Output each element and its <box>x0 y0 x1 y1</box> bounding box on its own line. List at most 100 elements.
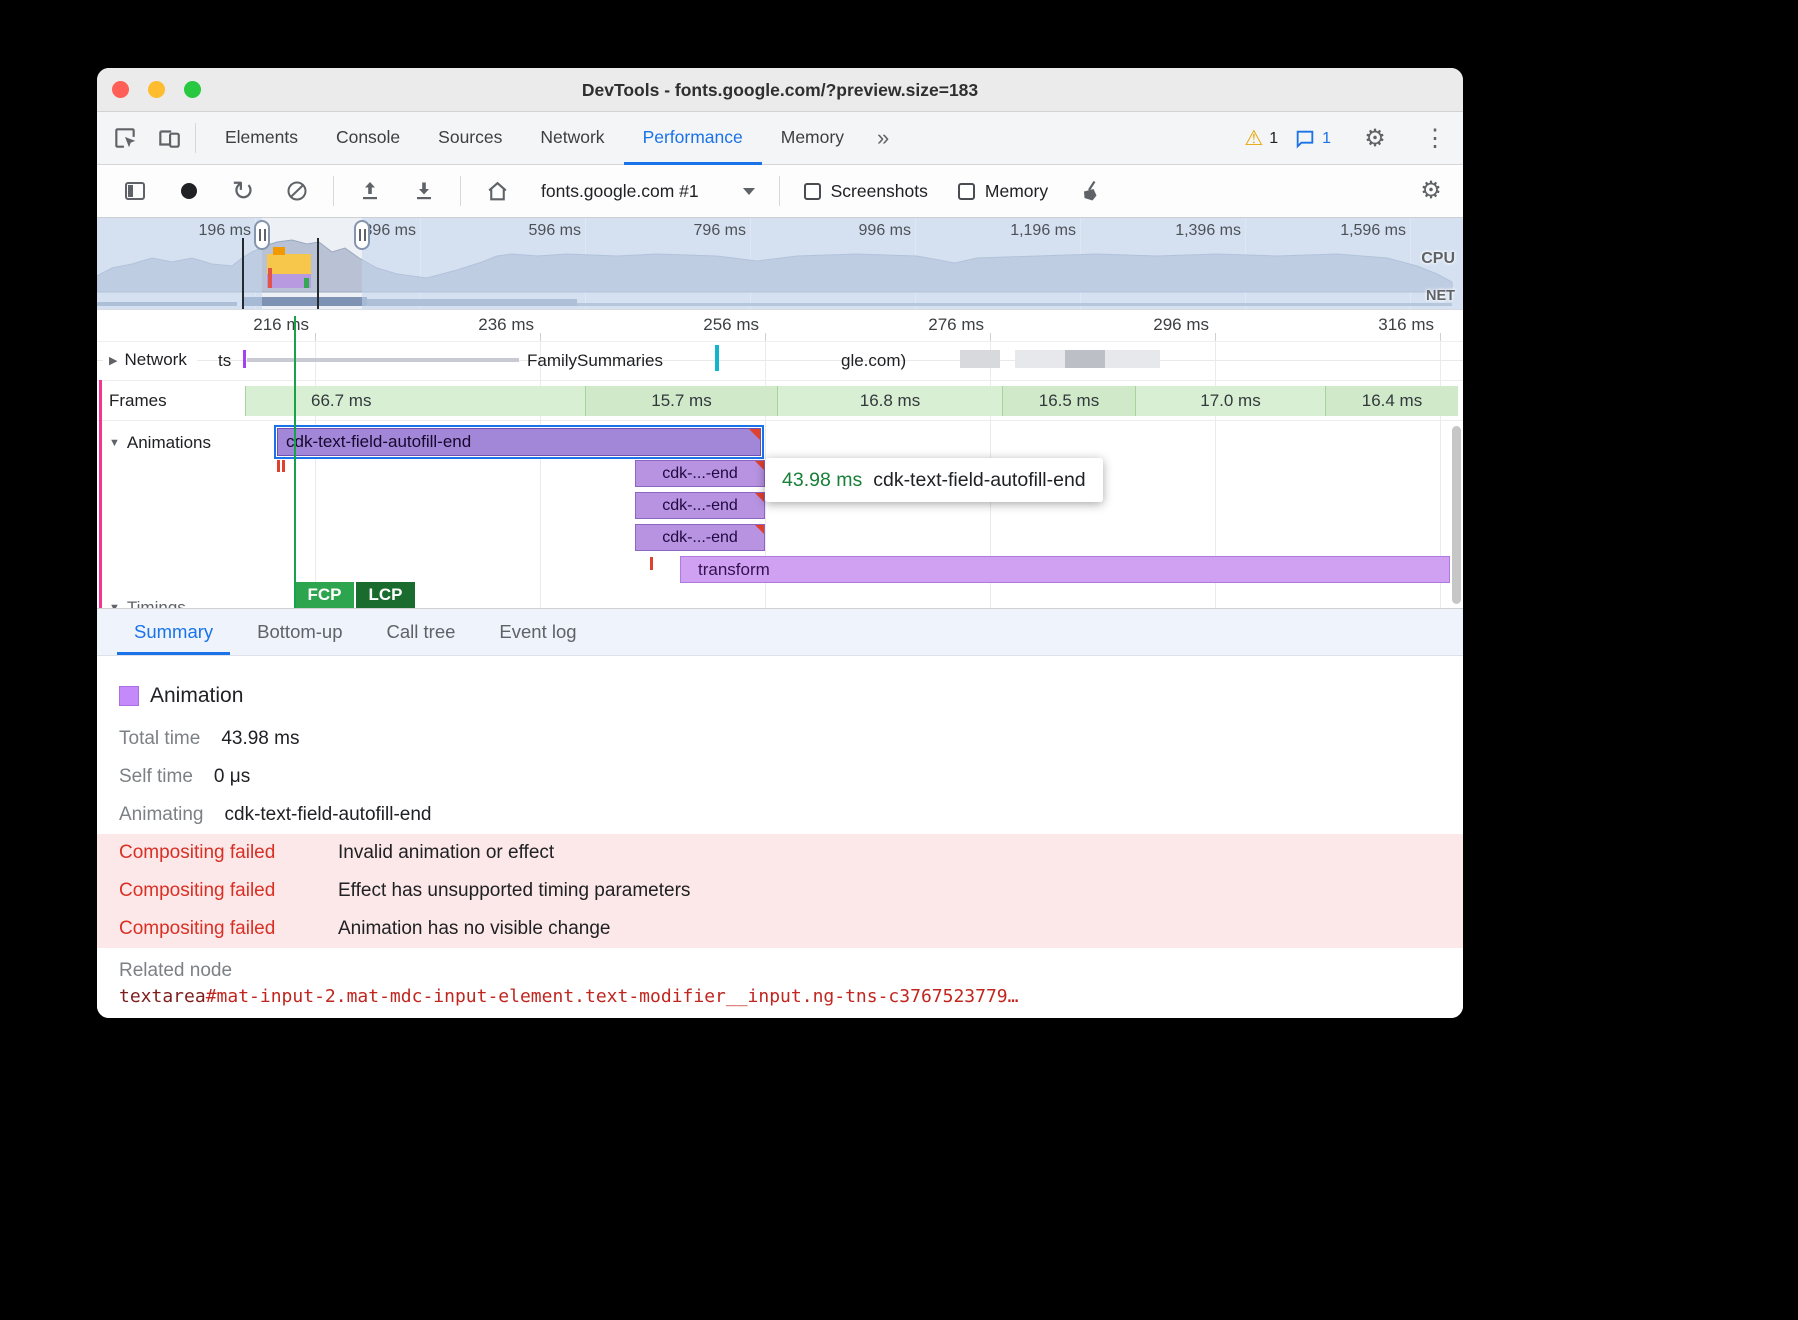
net-lane-label: NET <box>1426 288 1455 304</box>
compositing-failed-corner-icon <box>755 493 764 502</box>
device-toolbar-icon[interactable] <box>153 122 185 154</box>
zoom-window-button[interactable] <box>184 81 201 98</box>
frame-segment[interactable]: 17.0 ms <box>1135 386 1325 416</box>
frame-segment[interactable]: 15.7 ms <box>585 386 777 416</box>
network-request-marker[interactable] <box>243 350 246 368</box>
screenshots-label: Screenshots <box>831 181 928 202</box>
animation-bar-label: cdk-...-end <box>662 465 738 483</box>
compositing-failed-corner-icon <box>755 525 764 534</box>
close-window-button[interactable] <box>112 81 129 98</box>
screenshots-checkbox-group: Screenshots <box>804 181 928 202</box>
collect-garbage-icon[interactable] <box>1074 175 1106 207</box>
network-request-bar[interactable] <box>960 350 1000 368</box>
overview-time-label: 796 ms <box>662 222 746 240</box>
network-request-fragment[interactable]: gle.com) <box>841 351 906 371</box>
settings-gear-icon[interactable]: ⚙ <box>1359 123 1391 155</box>
frame-segment[interactable]: 16.4 ms <box>1325 386 1458 416</box>
window-title: DevTools - fonts.google.com/?preview.siz… <box>97 68 1463 112</box>
page-select-dropdown[interactable]: fonts.google.com #1 <box>541 181 755 202</box>
toggle-sidebar-icon[interactable] <box>119 175 151 207</box>
timings-track-toggle[interactable]: ▼ Timings <box>109 598 186 608</box>
lcp-marker-badge[interactable]: LCP <box>356 582 415 608</box>
transform-animation-bar[interactable]: transform <box>680 556 1450 583</box>
frame-duration: 16.4 ms <box>1362 391 1422 411</box>
network-track-toggle[interactable]: ▶ Network <box>103 347 197 373</box>
kebab-menu-icon[interactable]: ⋮ <box>1419 123 1451 155</box>
animation-color-swatch <box>119 686 139 706</box>
animation-bar[interactable]: cdk-...-end <box>635 524 765 551</box>
track-highlight-line <box>99 380 102 608</box>
network-request-bar-active[interactable] <box>1065 350 1105 368</box>
devtools-window: DevTools - fonts.google.com/?preview.siz… <box>97 68 1463 1018</box>
frame-duration: 66.7 ms <box>311 391 371 411</box>
timeline-tracks: ts FamilySummaries gle.com) ▶ Network 66… <box>97 342 1463 608</box>
compositing-failed-corner-icon <box>749 429 760 440</box>
frames-track-label: Frames <box>109 391 167 411</box>
clear-recording-icon[interactable] <box>281 175 313 207</box>
animation-bar[interactable]: cdk-...-end <box>635 460 765 487</box>
timeline-overview[interactable]: 196 ms 396 ms 596 ms 796 ms 996 ms 1,196… <box>97 218 1463 310</box>
home-icon[interactable] <box>481 175 513 207</box>
tab-summary[interactable]: Summary <box>117 609 230 655</box>
save-profile-icon[interactable] <box>408 175 440 207</box>
overview-time-label: 1,396 ms <box>1157 222 1241 240</box>
total-time-label: Total time <box>119 728 200 750</box>
memory-checkbox[interactable] <box>958 183 975 200</box>
frame-segment[interactable]: 16.5 ms <box>1002 386 1135 416</box>
animation-tooltip: 43.98 ms cdk-text-field-autofill-end <box>765 458 1103 502</box>
divider <box>779 176 780 206</box>
selection-handle-left[interactable] <box>254 220 270 250</box>
ruler-tick-label: 296 ms <box>1113 315 1209 335</box>
tab-console[interactable]: Console <box>317 112 419 165</box>
frame-segment[interactable]: 66.7 ms <box>245 386 585 416</box>
screenshots-checkbox[interactable] <box>804 183 821 200</box>
tab-event-log[interactable]: Event log <box>482 609 593 655</box>
tab-elements[interactable]: Elements <box>206 112 317 165</box>
tab-memory[interactable]: Memory <box>762 112 863 165</box>
tooltip-name: cdk-text-field-autofill-end <box>873 469 1085 492</box>
network-request-bar[interactable] <box>247 358 519 362</box>
tab-bottom-up[interactable]: Bottom-up <box>240 609 359 655</box>
selection-handle-right[interactable] <box>354 220 370 250</box>
load-profile-icon[interactable] <box>354 175 386 207</box>
frame-segment[interactable]: 16.8 ms <box>777 386 1002 416</box>
compositing-warning-row: Compositing failed Invalid animation or … <box>97 834 1463 872</box>
warning-label: Compositing failed <box>119 918 319 940</box>
ruler-tick-label: 256 ms <box>663 315 759 335</box>
record-button[interactable] <box>173 175 205 207</box>
total-time-row: Total time 43.98 ms <box>97 720 1463 758</box>
tab-network[interactable]: Network <box>521 112 623 165</box>
network-request-fragment[interactable]: ts <box>218 351 231 371</box>
ruler-tick-label: 236 ms <box>438 315 534 335</box>
tab-sources[interactable]: Sources <box>419 112 521 165</box>
capture-settings-gear-icon[interactable]: ⚙ <box>1415 175 1447 207</box>
tracks-scrollbar-thumb[interactable] <box>1452 426 1461 604</box>
tab-call-tree[interactable]: Call tree <box>370 609 473 655</box>
tab-performance[interactable]: Performance <box>624 112 762 165</box>
network-request-label[interactable]: FamilySummaries <box>527 351 663 371</box>
warnings-badge[interactable]: ⚠ 1 <box>1244 126 1278 151</box>
animation-bar[interactable]: cdk-...-end <box>635 492 765 519</box>
self-time-value: 0 μs <box>214 766 250 788</box>
network-request-marker[interactable] <box>715 345 719 371</box>
minimize-window-button[interactable] <box>148 81 165 98</box>
overview-time-label: 196 ms <box>167 222 251 240</box>
related-node-link[interactable]: textarea#mat-input-2.mat-mdc-input-eleme… <box>97 984 1463 1007</box>
frames-track-toggle[interactable]: Frames <box>103 388 177 414</box>
related-node-selector: #mat-input-2.mat-mdc-input-element.text-… <box>206 986 1019 1007</box>
animation-start-tick <box>277 460 280 472</box>
animation-bar-selected[interactable]: cdk-text-field-autofill-end <box>277 428 761 456</box>
warning-label: Compositing failed <box>119 842 319 864</box>
timeline-ruler[interactable]: 216 ms 236 ms 256 ms 276 ms 296 ms 316 m… <box>97 310 1463 342</box>
summary-category: Animation <box>150 684 243 708</box>
issues-badge[interactable]: 1 <box>1294 128 1331 150</box>
fcp-marker-badge[interactable]: FCP <box>295 582 354 608</box>
animations-track-toggle[interactable]: ▼ Animations <box>103 430 221 456</box>
overview-time-label: 1,196 ms <box>992 222 1076 240</box>
inspect-element-icon[interactable] <box>109 122 141 154</box>
more-tabs-icon[interactable]: » <box>863 125 903 151</box>
tooltip-duration: 43.98 ms <box>782 469 862 492</box>
animating-row: Animating cdk-text-field-autofill-end <box>97 796 1463 834</box>
reload-and-record-icon[interactable]: ↻ <box>227 175 259 207</box>
overview-time-label: 996 ms <box>827 222 911 240</box>
